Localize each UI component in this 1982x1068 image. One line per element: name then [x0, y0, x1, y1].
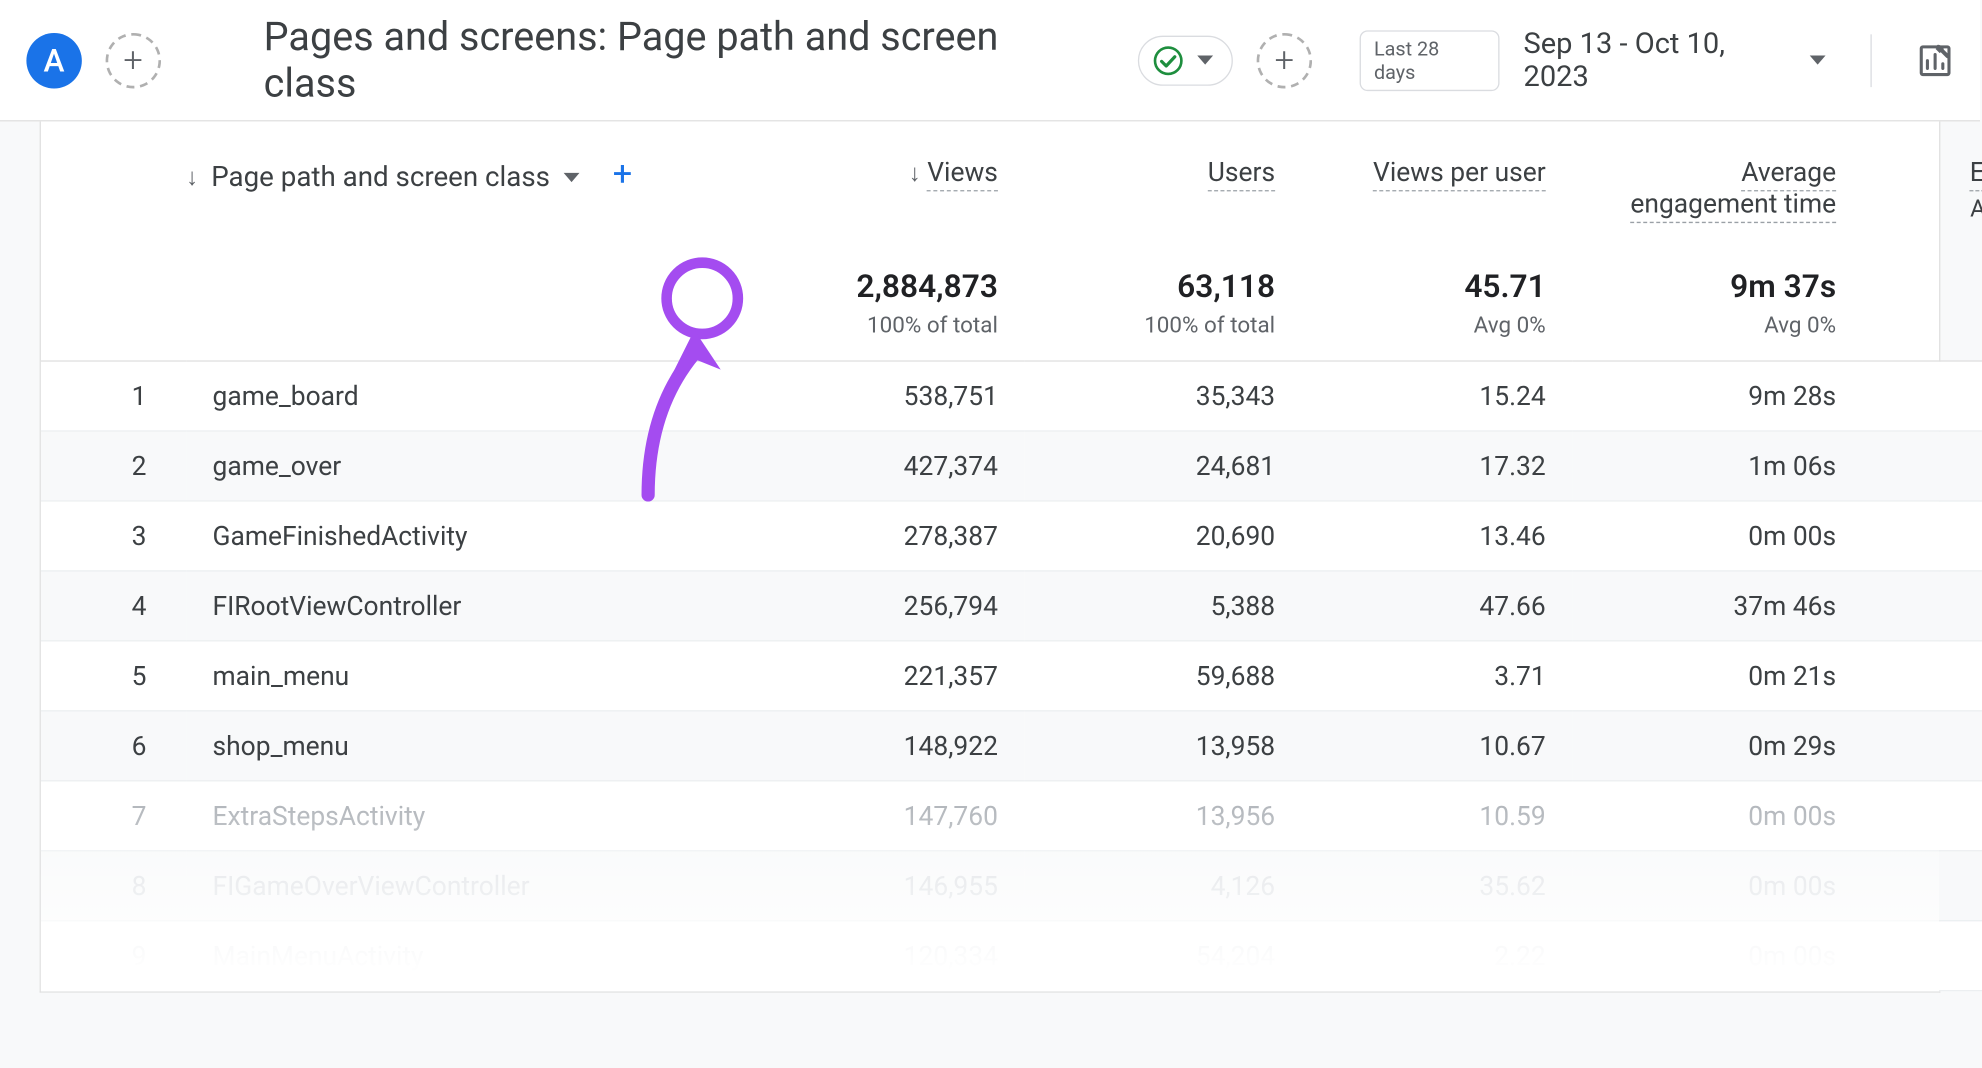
column-header-views-per-user[interactable]: Views per user [1302, 121, 1573, 236]
table-row[interactable]: 4FIRootViewController 256,7945,388 47.66… [41, 571, 1982, 641]
date-preset-chip[interactable]: Last 28 days [1359, 30, 1499, 91]
column-header-views[interactable]: ↓ Views [741, 121, 1025, 236]
customize-report-icon[interactable] [1917, 42, 1954, 79]
divider [1870, 34, 1871, 87]
table-row[interactable]: 8FIGameOverViewController 146,9554,126 3… [41, 851, 1982, 921]
top-bar: A + Pages and screens: Page path and scr… [0, 0, 1980, 121]
sort-descending-icon: ↓ [909, 160, 921, 188]
status-ok-icon [1152, 44, 1184, 76]
table-row[interactable]: 2game_over 427,37424,681 17.321m 06s [41, 431, 1982, 501]
add-dimension-button[interactable]: + [604, 156, 641, 193]
total-users: 63,118 [1051, 268, 1275, 305]
column-header-event-count[interactable]: Ev All [1863, 121, 1982, 236]
column-header-avg-engagement-time[interactable]: Average engagement time [1572, 121, 1862, 236]
dimension-selector[interactable]: ↓ Page path and screen class [186, 162, 579, 194]
data-table: ↓ Page path and screen class + ↓ Views U… [40, 121, 1941, 992]
date-range-label: Sep 13 - Oct 10, 2023 [1524, 27, 1797, 93]
add-comparison-button[interactable]: + [105, 32, 160, 87]
column-header-users[interactable]: Users [1024, 121, 1301, 236]
page-title: Pages and screens: Page path and screen … [264, 14, 1099, 106]
date-range-picker[interactable]: Sep 13 - Oct 10, 2023 [1524, 27, 1826, 93]
status-selector[interactable] [1138, 35, 1233, 85]
table-row[interactable]: 5main_menu 221,35759,688 3.710m 21s [41, 641, 1982, 711]
table-row[interactable]: 3GameFinishedActivity 278,38720,690 13.4… [41, 501, 1982, 571]
total-vpu: 45.71 [1328, 268, 1546, 305]
chevron-down-icon [1197, 55, 1213, 64]
total-aet: 9m 37s [1599, 268, 1837, 305]
event-filter-value[interactable]: All [1889, 195, 1982, 223]
account-avatar[interactable]: A [26, 32, 81, 87]
chevron-down-icon [1810, 55, 1826, 64]
table-header-row: ↓ Page path and screen class + ↓ Views U… [41, 121, 1982, 236]
total-views: 2,884,873 [767, 268, 998, 305]
table-row[interactable]: 9MainMenuActivity 120,33454,204 2.220m 0… [41, 921, 1982, 991]
table-row[interactable]: 6shop_menu 148,92213,958 10.670m 29s [41, 711, 1982, 781]
table-row[interactable]: 1game_board 538,75135,343 15.249m 28s [41, 361, 1982, 431]
totals-row: 2,884,873100% of total 63,118100% of tot… [41, 236, 1982, 361]
table-row[interactable]: 7ExtraStepsActivity 147,76013,956 10.590… [41, 781, 1982, 851]
chevron-down-icon [563, 173, 579, 182]
sort-descending-icon: ↓ [186, 164, 198, 192]
dimension-label: Page path and screen class [211, 162, 550, 194]
add-segment-button[interactable]: + [1257, 32, 1312, 87]
